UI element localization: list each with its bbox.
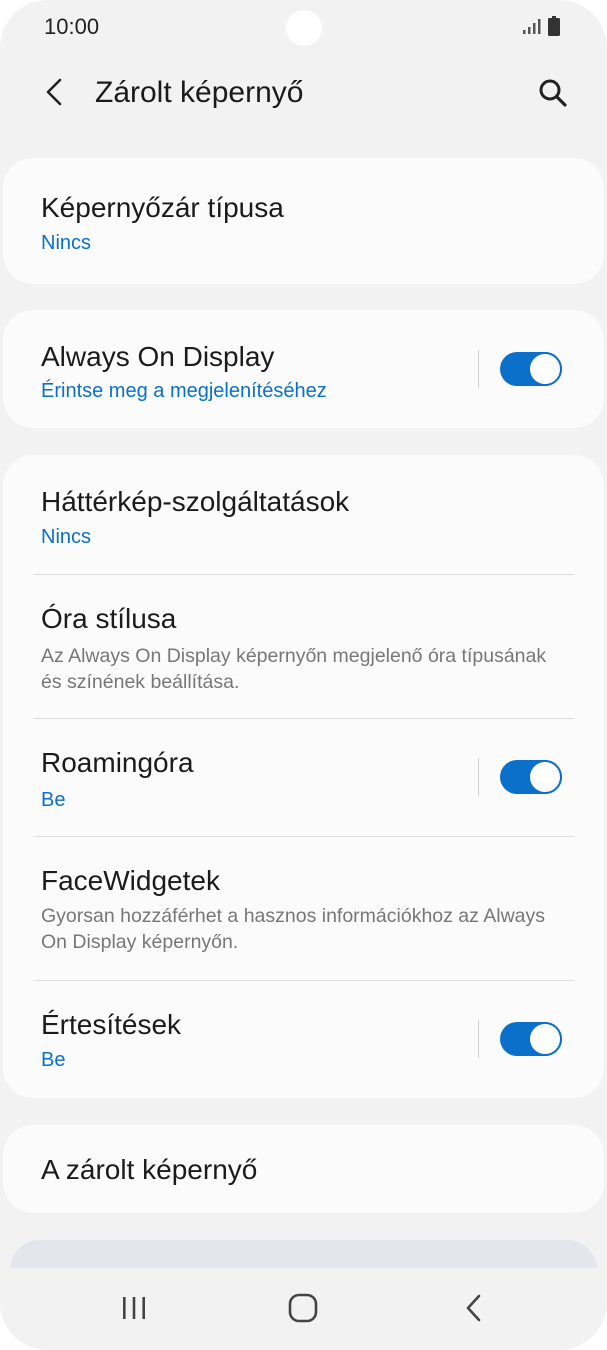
battery-icon (548, 16, 560, 36)
about-lock-screen-title: A zárolt képernyő (41, 1154, 258, 1185)
app-bar: Zárolt képernyő (0, 60, 607, 126)
aod-card: Always On Display Érintse meg a megjelen… (3, 310, 604, 428)
lock-type-row[interactable]: Képernyőzár típusa Nincs (3, 158, 604, 284)
notifications-separator (478, 1020, 479, 1058)
facewidgets-row[interactable]: FaceWidgetek Gyorsan hozzáférhet a haszn… (3, 837, 604, 980)
roaming-clock-row[interactable]: Roamingóra Be (3, 719, 604, 836)
status-bar: 10:00 (0, 0, 607, 56)
clock-style-subtitle: Az Always On Display képernyőn megjelenő… (41, 645, 547, 693)
back-button[interactable] (36, 74, 72, 110)
facewidgets-title: FaceWidgetek (41, 865, 220, 896)
about-lock-screen-card: A zárolt képernyő (3, 1125, 604, 1213)
facewidgets-subtitle: Gyorsan hozzáférhet a hasznos információ… (41, 905, 546, 953)
search-button[interactable] (534, 74, 572, 112)
page-title: Zárolt képernyő (95, 76, 304, 109)
notifications-value: Be (41, 1049, 66, 1071)
wallpaper-services-row[interactable]: Háttérkép-szolgáltatások Nincs (3, 455, 604, 575)
roaming-clock-value: Be (41, 789, 66, 811)
signal-icon (523, 19, 541, 34)
clock-style-row[interactable]: Óra stílusa Az Always On Display képerny… (3, 575, 604, 718)
aod-separator (478, 350, 479, 388)
aod-settings-card: Háttérkép-szolgáltatások Nincs Óra stílu… (3, 455, 604, 1098)
notifications-title: Értesítések (41, 1009, 182, 1040)
roaming-clock-title: Roamingóra (41, 747, 194, 778)
nav-back-icon (466, 1294, 481, 1322)
lock-type-title: Képernyőzár típusa (41, 192, 284, 223)
home-button[interactable] (273, 1280, 333, 1336)
back-arrow-icon (46, 78, 62, 106)
home-icon (288, 1293, 318, 1323)
notifications-toggle[interactable] (500, 1022, 562, 1056)
recents-icon (123, 1297, 145, 1319)
aod-toggle[interactable] (500, 352, 562, 386)
wallpaper-services-value: Nincs (41, 526, 92, 548)
status-time: 10:00 (44, 14, 100, 39)
search-icon (539, 79, 567, 107)
front-camera (286, 10, 322, 46)
aod-title: Always On Display (41, 341, 275, 372)
clock-style-title: Óra stílusa (41, 603, 177, 634)
about-lock-screen-row[interactable]: A zárolt képernyő (3, 1125, 604, 1213)
notifications-row[interactable]: Értesítések Be (3, 981, 604, 1098)
lock-type-card: Képernyőzár típusa Nincs (3, 158, 604, 284)
roaming-clock-toggle[interactable] (500, 760, 562, 794)
recents-button[interactable] (104, 1280, 164, 1336)
aod-row[interactable]: Always On Display Érintse meg a megjelen… (3, 310, 604, 428)
lock-type-value: Nincs (41, 232, 92, 254)
aod-subtitle: Érintse meg a megjelenítéséhez (41, 380, 327, 402)
nav-back-button[interactable] (444, 1280, 504, 1336)
phone-screen: 10:00 Zárolt képernyő Képernyőzár típusa… (0, 0, 607, 1350)
wallpaper-services-title: Háttérkép-szolgáltatások (41, 486, 350, 517)
roaming-clock-separator (478, 758, 479, 796)
navigation-bar (0, 1268, 607, 1350)
